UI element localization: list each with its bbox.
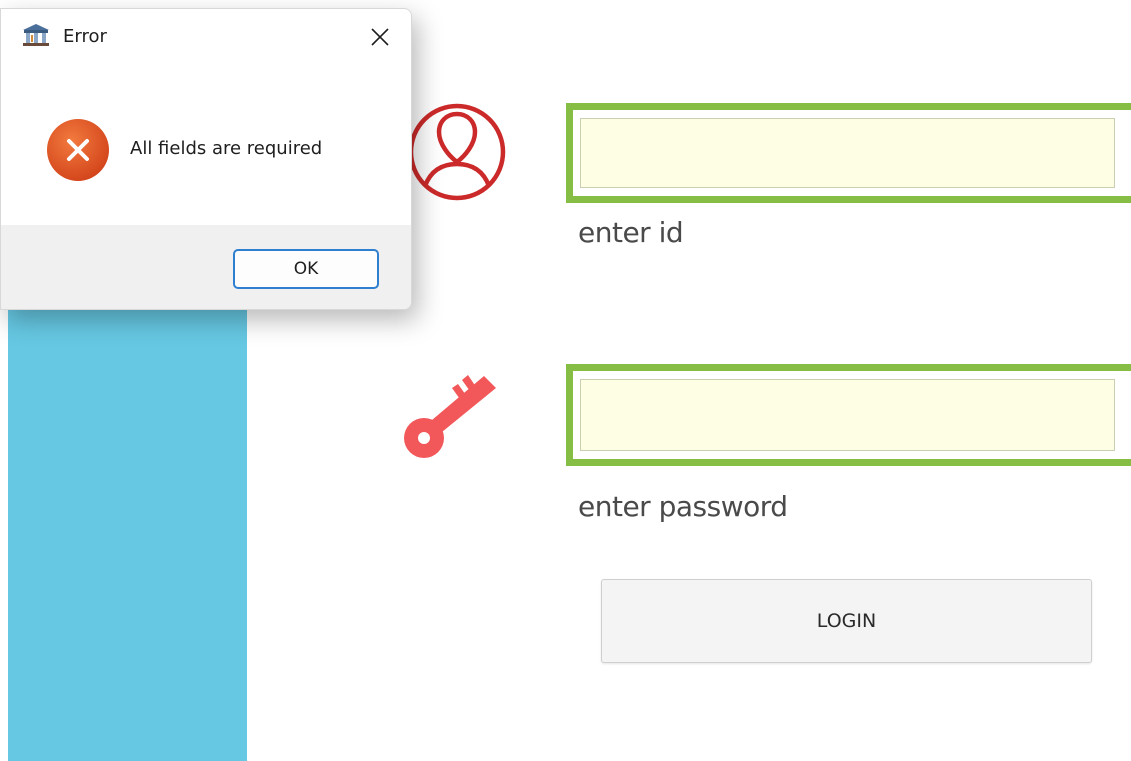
login-window: enter id enter password LOGIN Error All … — [0, 0, 1131, 761]
ok-button[interactable]: OK — [233, 249, 379, 289]
bank-building-icon — [23, 24, 49, 46]
password-field-frame — [566, 364, 1131, 466]
error-dialog: Error All fields are required OK — [0, 8, 412, 310]
dialog-title: Error — [63, 26, 107, 47]
dialog-footer: OK — [1, 225, 411, 309]
side-panel — [8, 300, 247, 761]
close-icon — [371, 28, 389, 46]
dialog-titlebar[interactable]: Error — [1, 9, 411, 65]
id-field-label: enter id — [578, 216, 684, 249]
password-input[interactable] — [580, 379, 1115, 451]
close-button[interactable] — [357, 17, 403, 57]
password-field-label: enter password — [578, 490, 788, 523]
user-icon — [408, 103, 506, 201]
login-button[interactable]: LOGIN — [601, 579, 1092, 663]
error-icon — [47, 119, 109, 181]
key-icon — [404, 375, 496, 458]
dialog-body: All fields are required — [1, 65, 411, 225]
dialog-message: All fields are required — [130, 138, 323, 159]
id-field-frame — [566, 103, 1131, 203]
id-input[interactable] — [580, 118, 1115, 188]
